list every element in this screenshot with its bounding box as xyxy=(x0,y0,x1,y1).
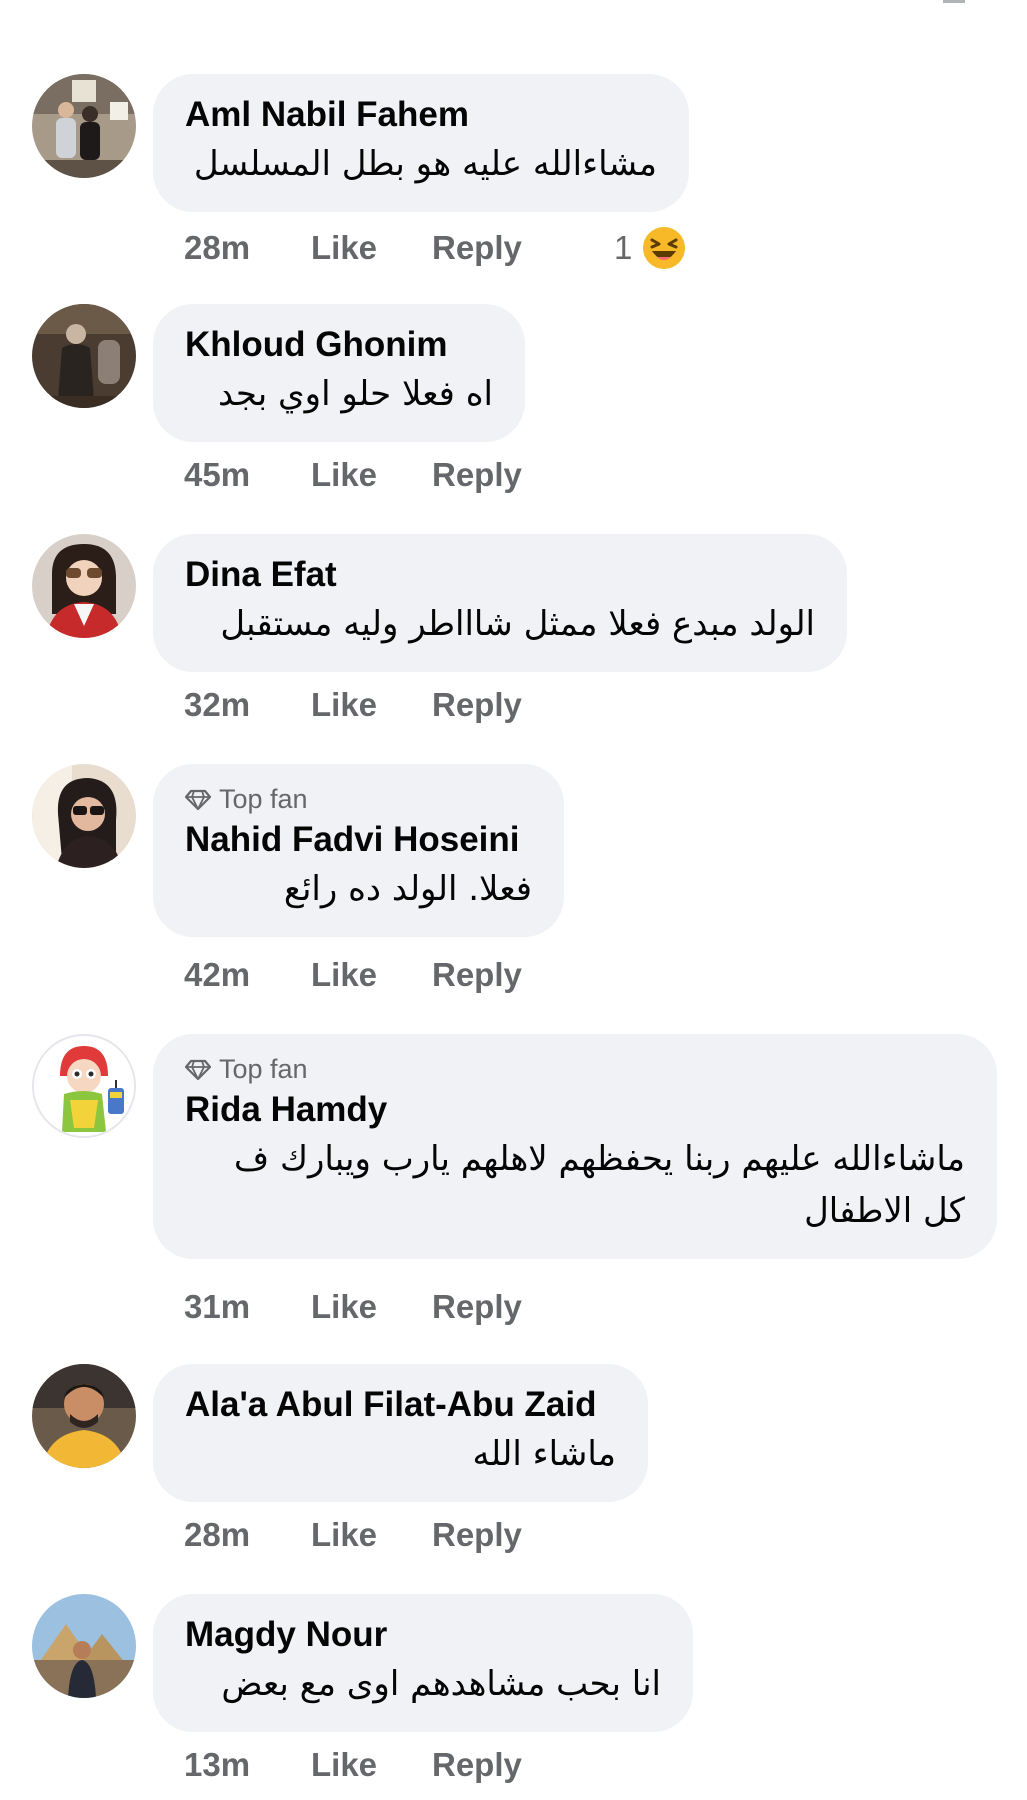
author-name[interactable]: Rida Hamdy xyxy=(185,1089,965,1131)
avatar[interactable] xyxy=(32,1364,136,1468)
like-button[interactable]: Like xyxy=(311,456,432,494)
avatar[interactable] xyxy=(32,74,136,178)
diamond-icon xyxy=(185,789,211,810)
haha-emoji-icon xyxy=(643,227,686,269)
author-name[interactable]: Khloud Ghonim xyxy=(185,324,493,366)
like-button[interactable]: Like xyxy=(311,1288,432,1326)
like-button[interactable]: Like xyxy=(311,956,432,994)
avatar[interactable] xyxy=(32,764,136,868)
top-fan-badge: Top fan xyxy=(185,784,532,815)
comment-actions: 31m Like Reply xyxy=(184,1288,614,1326)
comment-actions: 28m Like Reply xyxy=(184,1516,614,1554)
avatar[interactable] xyxy=(32,1034,136,1138)
comment-actions: 32m Like Reply xyxy=(184,686,614,724)
comment-actions: 13m Like Reply xyxy=(184,1746,614,1784)
menu-edge-icon xyxy=(943,0,965,6)
reply-button[interactable]: Reply xyxy=(432,456,614,494)
comment-time[interactable]: 28m xyxy=(184,1516,311,1554)
comment-text: ماشاءالله عليهم ربنا يحفظهم لاهلهم يارب … xyxy=(233,1139,965,1231)
like-button[interactable]: Like xyxy=(311,686,432,724)
comment-text: انا بحب مشاهدهم اوى مع بعض xyxy=(221,1664,661,1704)
reaction-summary[interactable]: 1 xyxy=(614,226,686,270)
reaction-count: 1 xyxy=(614,229,633,266)
like-button[interactable]: Like xyxy=(311,1746,432,1784)
comment-text: فعلا. الولد ده رائع xyxy=(283,869,532,909)
comment-time[interactable]: 45m xyxy=(184,456,311,494)
diamond-icon xyxy=(185,1059,211,1080)
comment-text: الولد مبدع فعلا ممثل شاااطر وليه مستقبل xyxy=(220,604,815,644)
reply-button[interactable]: Reply xyxy=(432,229,614,267)
reply-button[interactable]: Reply xyxy=(432,1746,614,1784)
reply-button[interactable]: Reply xyxy=(432,1516,614,1554)
comment-time[interactable]: 13m xyxy=(184,1746,311,1784)
comment-text: اه فعلا حلو اوي بجد xyxy=(217,374,493,414)
top-fan-label: Top fan xyxy=(219,784,308,814)
comment-actions: 28m Like Reply 1 xyxy=(184,226,686,270)
comment-bubble: Magdy Nour انا بحب مشاهدهم اوى مع بعض xyxy=(153,1594,693,1732)
like-button[interactable]: Like xyxy=(311,1516,432,1554)
comment-text: مشاءالله عليه هو بطل المسلسل xyxy=(193,144,657,184)
avatar[interactable] xyxy=(32,1594,136,1698)
comment-actions: 42m Like Reply xyxy=(184,956,614,994)
reply-button[interactable]: Reply xyxy=(432,956,614,994)
top-fan-badge: Top fan xyxy=(185,1054,965,1085)
author-name[interactable]: Magdy Nour xyxy=(185,1614,661,1656)
comment-bubble: Top fan Nahid Fadvi Hoseini فعلا. الولد … xyxy=(153,764,564,937)
avatar[interactable] xyxy=(32,534,136,638)
author-name[interactable]: Ala'a Abul Filat-Abu Zaid xyxy=(185,1384,616,1426)
comment-bubble: Dina Efat الولد مبدع فعلا ممثل شاااطر ول… xyxy=(153,534,847,672)
comment-bubble: Khloud Ghonim اه فعلا حلو اوي بجد xyxy=(153,304,525,442)
comment-time[interactable]: 42m xyxy=(184,956,311,994)
avatar[interactable] xyxy=(32,304,136,408)
comment-actions: 45m Like Reply xyxy=(184,456,614,494)
author-name[interactable]: Nahid Fadvi Hoseini xyxy=(185,819,532,861)
comment-text: ماشاء الله xyxy=(472,1434,616,1474)
author-name[interactable]: Dina Efat xyxy=(185,554,815,596)
comment-bubble: Ala'a Abul Filat-Abu Zaid ماشاء الله xyxy=(153,1364,648,1502)
comment-time[interactable]: 31m xyxy=(184,1288,311,1326)
top-fan-label: Top fan xyxy=(219,1054,308,1084)
comment-bubble: Aml Nabil Fahem مشاءالله عليه هو بطل الم… xyxy=(153,74,689,212)
author-name[interactable]: Aml Nabil Fahem xyxy=(185,94,657,136)
comment-time[interactable]: 28m xyxy=(184,229,311,267)
reply-button[interactable]: Reply xyxy=(432,686,614,724)
like-button[interactable]: Like xyxy=(311,229,432,267)
comment-time[interactable]: 32m xyxy=(184,686,311,724)
comment-bubble: Top fan Rida Hamdy ماشاءالله عليهم ربنا … xyxy=(153,1034,997,1259)
reply-button[interactable]: Reply xyxy=(432,1288,614,1326)
